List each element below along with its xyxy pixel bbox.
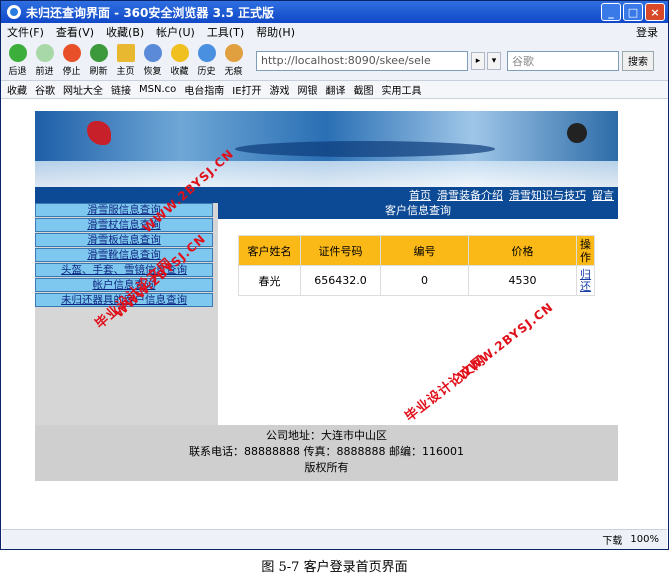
fav-item[interactable]: IE打开 [232, 82, 261, 97]
sidebar-item-helmet[interactable]: 头盔、手套、雪镜信息查询 [35, 263, 213, 277]
stop-button[interactable]: 停止 [59, 44, 84, 77]
restore-button[interactable]: 恢复 [140, 44, 165, 77]
lake-shape [235, 141, 495, 157]
col-header: 价格 [468, 235, 577, 266]
forward-icon [35, 44, 54, 62]
star-icon [170, 44, 189, 62]
col-header: 证件号码 [300, 235, 381, 266]
incognito-button[interactable]: 无痕 [221, 44, 246, 77]
toolbar: 后退 前进 停止 刷新 主页 恢复 收藏 历史 无痕 http://localh… [1, 41, 668, 81]
ski-banner-image [35, 111, 618, 187]
footer-address: 公司地址：大连市中山区 [266, 429, 387, 442]
back-button[interactable]: 后退 [5, 44, 30, 77]
browser-logo-icon [7, 5, 21, 19]
status-bar: 下载 100% [2, 529, 667, 549]
customer-table: 客户姓名 证件号码 编号 价格 操作 春光 656432.0 0 4530 归还 [238, 235, 595, 296]
title-bar: 未归还查询界面 - 360安全浏览器 3.5 正式版 _ □ × [1, 1, 668, 23]
browser-window: 未归还查询界面 - 360安全浏览器 3.5 正式版 _ □ × 文件(F) 查… [0, 0, 669, 550]
main-panel: 客户信息查询 客户姓名 证件号码 编号 价格 操作 春光 656432.0 0 … [218, 203, 618, 425]
cell-id: 656432.0 [300, 265, 381, 296]
menu-bar: 文件(F) 查看(V) 收藏(B) 帐户(U) 工具(T) 帮助(H) 登录 [1, 23, 668, 41]
search-button[interactable]: 搜索 [622, 50, 654, 71]
favorite-button[interactable]: 收藏 [167, 44, 192, 77]
sidebar-item-ski-pole[interactable]: 滑雪杖信息查询 [35, 218, 213, 232]
restore-icon [143, 44, 162, 62]
figure-caption: 图 5-7 客户登录首页界面 [261, 560, 408, 575]
menu-account[interactable]: 帐户(U) [156, 24, 195, 40]
menu-tools[interactable]: 工具(T) [207, 24, 244, 40]
col-header: 编号 [380, 235, 469, 266]
cell-name: 春光 [238, 265, 301, 296]
cell-price: 4530 [468, 265, 577, 296]
nav-message[interactable]: 留言 [592, 187, 614, 203]
skier-image [87, 121, 111, 145]
download-button[interactable]: 下载 [602, 532, 622, 547]
fav-item[interactable]: 收藏 [7, 82, 27, 97]
fav-item[interactable]: 电台指南 [184, 82, 224, 97]
refresh-button[interactable]: 刷新 [86, 44, 111, 77]
fav-item[interactable]: 网银 [298, 82, 318, 97]
sidebar-item-ski-suit[interactable]: 滑雪服信息查询 [35, 203, 213, 217]
menu-favorites[interactable]: 收藏(B) [106, 24, 144, 40]
page-title: 客户信息查询 [218, 203, 618, 219]
return-link[interactable]: 归还 [579, 268, 593, 293]
window-title: 未归还查询界面 - 360安全浏览器 3.5 正式版 [26, 5, 274, 20]
nav-tips[interactable]: 滑雪知识与技巧 [509, 187, 586, 203]
site-nav: 首页 滑雪装备介绍 滑雪知识与技巧 留言 [35, 187, 618, 203]
history-button[interactable]: 历史 [194, 44, 219, 77]
forward-button[interactable]: 前进 [32, 44, 57, 77]
clock-icon [197, 44, 216, 62]
zoom-level[interactable]: 100% [630, 534, 659, 545]
menu-view[interactable]: 查看(V) [56, 24, 94, 40]
minimize-button[interactable]: _ [601, 3, 621, 21]
fav-item[interactable]: 链接 [111, 82, 131, 97]
address-dropdown[interactable]: ▾ [487, 51, 501, 70]
maximize-button[interactable]: □ [623, 3, 643, 21]
fav-item[interactable]: 实用工具 [382, 82, 422, 97]
menu-file[interactable]: 文件(F) [7, 24, 44, 40]
home-button[interactable]: 主页 [113, 44, 138, 77]
table-row: 春光 656432.0 0 4530 归还 [238, 265, 595, 296]
col-header: 操作 [576, 235, 595, 266]
search-input[interactable]: 谷歌 [507, 50, 619, 71]
fav-item[interactable]: 网址大全 [63, 82, 103, 97]
refresh-icon [89, 44, 108, 62]
site-footer: 公司地址：大连市中山区 联系电话：88888888 传真：8888888 邮编：… [35, 425, 618, 481]
fav-item[interactable]: 游戏 [270, 82, 290, 97]
snow-shape [35, 161, 618, 187]
fav-item[interactable]: MSN.co [139, 84, 176, 95]
cell-num: 0 [380, 265, 469, 296]
nav-equipment[interactable]: 滑雪装备介绍 [437, 187, 503, 203]
col-header: 客户姓名 [238, 235, 301, 266]
footer-contact: 联系电话：88888888 传真：8888888 邮编：116001 [189, 445, 464, 458]
footer-copyright: 版权所有 [304, 461, 349, 474]
menu-help[interactable]: 帮助(H) [256, 24, 295, 40]
cell-op: 归还 [576, 265, 595, 296]
nav-home[interactable]: 首页 [409, 187, 431, 203]
paw-icon [224, 44, 243, 62]
back-icon [8, 44, 27, 62]
fav-item[interactable]: 翻译 [326, 82, 346, 97]
login-link[interactable]: 登录 [636, 24, 658, 40]
stop-icon [62, 44, 81, 62]
favorites-bar: 收藏 谷歌 网址大全 链接 MSN.co 电台指南 IE打开 游戏 网银 翻译 … [1, 81, 668, 99]
skier-image [567, 123, 587, 143]
address-bar[interactable]: http://localhost:8090/skee/sele [256, 50, 468, 71]
go-button[interactable]: ▸ [471, 51, 485, 70]
table-header-row: 客户姓名 证件号码 编号 价格 操作 [238, 235, 595, 266]
home-icon [116, 44, 135, 62]
fav-item[interactable]: 谷歌 [35, 82, 55, 97]
close-button[interactable]: × [645, 3, 665, 21]
fav-item[interactable]: 截图 [354, 82, 374, 97]
